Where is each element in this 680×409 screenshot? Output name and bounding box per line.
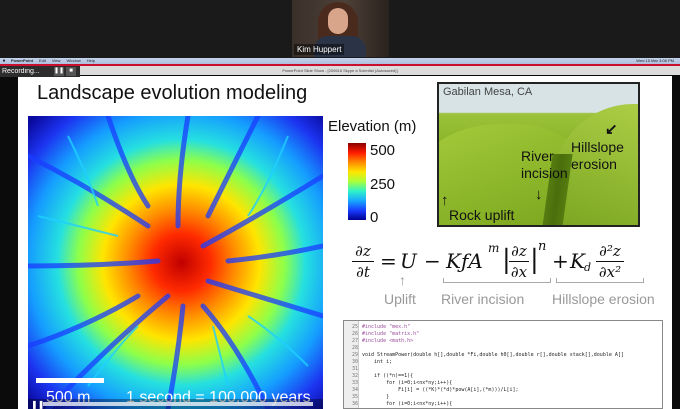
slide-title: Landscape evolution modeling [37,82,308,104]
landscape-photo: Gabilan Mesa, CA River incision Hillslop… [437,82,640,227]
code-line: 34 Fi[i] = ((*K)*(*d)*pow(A[i],(*m)))/L[… [344,387,519,394]
code-line-text: Fi[i] = ((*K)*(*d)*pow(A[i],(*m)))/L[i]; [362,387,519,393]
zoom-video-area: Kim Huppert [0,0,680,58]
eq-lhs-num: ∂z [355,242,371,260]
label-hillslope-erosion: Hillslope erosion [571,139,624,172]
code-line: 27 #include <math.h> [344,338,413,345]
photo-title: Gabilan Mesa, CA [443,86,533,98]
code-editor: 25 #include "mex.h" 26 #include "matrix.h" 2… [343,320,663,409]
eq-diffusion-fraction: ∂²z ∂x² [596,241,624,282]
eq-erosion-coeff: KƒA [446,249,483,273]
eq-grad-num: ∂z [511,242,527,260]
participant-video[interactable]: Kim Huppert [292,0,389,57]
code-line: 36 for (i=0;i<nx*ny;i++){ [344,401,452,408]
arrow-up-icon: ↑ [399,272,406,288]
elevation-map-image [28,116,323,409]
participant-face [328,8,348,34]
video-player-controls: ❚❚ [28,399,323,409]
elevation-map: 500 m 1 second = 100,000 years ❚❚ [28,116,323,409]
eq-lhs-den: ∂t [352,261,374,282]
code-line-number: 31 [351,366,358,372]
eq-erosion-exp: m [488,241,500,255]
code-line: 28 [344,345,362,352]
code-line-text: if ((*n)==1){ [362,373,414,379]
eq-gradient-exp: n [538,239,547,254]
code-line-text: for (i=0;i<nx*ny;i++){ [362,380,453,386]
code-line-text: int i; [362,359,393,365]
label-river-incision-term: River incision [441,291,525,307]
slide: Landscape evolution modeling 500 m 1 sec… [18,76,672,409]
code-line-text: } [362,394,390,400]
eq-uplift-term: U [400,249,417,273]
code-line: 26 #include "matrix.h" [344,331,419,338]
eq-diffusion-coeff: K [570,249,585,273]
slideshow-titlebar: PowerPoint Slide Show - [200616 Skype a … [0,66,680,77]
arrow-down-icon: ↓ [535,186,543,203]
code-line-text: for (i=0;i<nx*ny;i++){ [362,401,453,407]
code-line-number: 29 [351,352,358,358]
window-title: PowerPoint Slide Show - [200616 Skype a … [282,68,398,73]
code-line: 35 } [344,394,389,401]
legend-title: Elevation (m) [328,118,417,135]
elevation-colorbar [348,143,366,220]
code-line-number: 25 [351,324,358,330]
arrow-up-left-icon: ↙ [605,121,618,138]
eq-gradient-fraction: ∂z ∂x [509,241,529,282]
code-line-number: 33 [351,380,358,386]
eq-equals: = [380,249,397,273]
colorbar-tick-min: 0 [370,209,379,226]
code-line-number: 27 [351,338,358,344]
eq-lhs-fraction: ∂z ∂t [352,241,374,282]
label-uplift: Uplift [384,291,416,307]
code-line-text: #include "mex.h" [362,324,411,330]
code-line-number: 32 [351,373,358,379]
code-line: 32 if ((*n)==1){ [344,373,413,380]
code-line-text: #include <math.h> [362,338,414,344]
colorbar-tick-mid: 250 [370,176,396,193]
code-line: 31 [344,366,362,373]
bracket-river-incision [443,278,551,283]
recording-control: Recording... ❚❚ ■ [0,66,80,77]
pause-icon[interactable]: ❚❚ [54,67,64,76]
code-line-number: 28 [351,345,358,351]
code-line: 25 #include "mex.h" [344,324,410,331]
eq-plus: + [552,249,569,273]
code-line-number: 34 [351,387,358,393]
code-line-number: 30 [351,359,358,365]
code-line: 29 void StreamPower(double h[],double *Fi… [344,352,624,359]
code-line-number: 35 [351,394,358,400]
video-progress-bar[interactable] [43,402,313,406]
code-line-number: 36 [351,401,358,407]
bracket-hillslope-erosion [556,278,644,283]
eq-diffusion-sub: d [584,261,592,274]
colorbar-tick-max: 500 [370,142,396,159]
eq-minus: − [424,249,441,273]
recording-label: Recording... [2,68,40,75]
participant-name: Kim Huppert [294,44,345,55]
code-line: 30 int i; [344,359,392,366]
code-line-number: 26 [351,331,358,337]
label-rock-uplift: Rock uplift [449,207,515,223]
arrow-up-icon: ↑ [441,192,449,209]
code-line: 33 for (i=0;i<nx*ny;i++){ [344,380,452,387]
stop-icon[interactable]: ■ [66,67,76,76]
scale-bar [36,378,104,383]
label-hillslope-erosion-term: Hillslope erosion [552,291,655,307]
eq-diff-num: ∂²z [599,242,621,260]
code-line-text: void StreamPower(double h[],double *Fi,d… [362,352,624,358]
code-line-text: #include "matrix.h" [362,331,420,337]
